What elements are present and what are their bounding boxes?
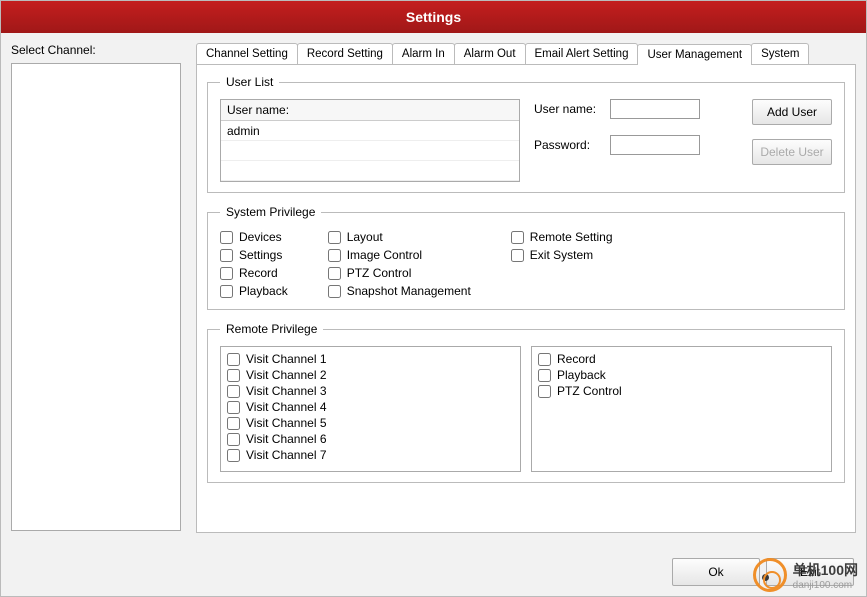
tab-email-alert-setting[interactable]: Email Alert Setting	[525, 43, 639, 64]
syspriv-ptz-control[interactable]: PTZ Control	[328, 265, 471, 281]
tab-alarm-out[interactable]: Alarm Out	[454, 43, 526, 64]
checkbox-label: Image Control	[347, 248, 422, 262]
remotepriv-visit-channel-2[interactable]: Visit Channel 2	[227, 367, 514, 383]
tab-record-setting[interactable]: Record Setting	[297, 43, 393, 64]
select-channel-label: Select Channel:	[11, 43, 186, 57]
checkbox[interactable]	[227, 449, 240, 462]
checkbox[interactable]	[328, 231, 341, 244]
syspriv-layout[interactable]: Layout	[328, 229, 471, 245]
remote-privilege-legend: Remote Privilege	[220, 322, 323, 336]
remotepriv-visit-channel-1[interactable]: Visit Channel 1	[227, 351, 514, 367]
syspriv-devices[interactable]: Devices	[220, 229, 288, 245]
checkbox[interactable]	[227, 385, 240, 398]
checkbox-label: Devices	[239, 230, 282, 244]
checkbox[interactable]	[227, 417, 240, 430]
window-title: Settings	[1, 1, 866, 33]
checkbox[interactable]	[511, 249, 524, 262]
checkbox-label: Record	[239, 266, 278, 280]
checkbox[interactable]	[227, 401, 240, 414]
tab-alarm-in[interactable]: Alarm In	[392, 43, 455, 64]
add-user-button[interactable]: Add User	[752, 99, 832, 125]
watermark-logo-icon	[753, 558, 787, 592]
checkbox[interactable]	[227, 353, 240, 366]
remotepriv-ptz-control[interactable]: PTZ Control	[538, 383, 825, 399]
user-table[interactable]: User name: admin	[220, 99, 520, 182]
checkbox-label: Playback	[239, 284, 288, 298]
checkbox[interactable]	[511, 231, 524, 244]
checkbox-label: Visit Channel 4	[246, 400, 327, 414]
table-row[interactable]	[221, 161, 519, 181]
checkbox-label: Snapshot Management	[347, 284, 471, 298]
checkbox[interactable]	[220, 249, 233, 262]
system-privilege-legend: System Privilege	[220, 205, 321, 219]
user-table-header-username: User name:	[221, 100, 519, 121]
checkbox-label: Remote Setting	[530, 230, 613, 244]
checkbox-label: Playback	[557, 368, 606, 382]
tab-system[interactable]: System	[751, 43, 809, 64]
remotepriv-visit-channel-7[interactable]: Visit Channel 7	[227, 447, 514, 463]
user-list-fieldset: User List User name: admin User name: Pa…	[207, 75, 845, 193]
checkbox-label: Layout	[347, 230, 383, 244]
remote-privilege-right-list[interactable]: Record Playback PTZ Control	[531, 346, 832, 472]
password-label: Password:	[534, 138, 604, 152]
table-row[interactable]: admin	[221, 121, 519, 141]
table-row[interactable]	[221, 141, 519, 161]
syspriv-playback[interactable]: Playback	[220, 283, 288, 299]
remotepriv-record[interactable]: Record	[538, 351, 825, 367]
channel-listbox[interactable]	[11, 63, 181, 531]
checkbox[interactable]	[220, 231, 233, 244]
checkbox-label: Exit System	[530, 248, 593, 262]
checkbox[interactable]	[328, 267, 341, 280]
checkbox[interactable]	[538, 385, 551, 398]
checkbox-label: Visit Channel 3	[246, 384, 327, 398]
tab-user-management-panel: User List User name: admin User name: Pa…	[196, 65, 856, 533]
user-list-legend: User List	[220, 75, 279, 89]
remotepriv-visit-channel-5[interactable]: Visit Channel 5	[227, 415, 514, 431]
syspriv-settings[interactable]: Settings	[220, 247, 288, 263]
remote-privilege-fieldset: Remote Privilege Visit Channel 1Visit Ch…	[207, 322, 845, 483]
username-label: User name:	[534, 102, 604, 116]
syspriv-image-control[interactable]: Image Control	[328, 247, 471, 263]
username-input[interactable]	[610, 99, 700, 119]
tab-user-management[interactable]: User Management	[637, 44, 752, 65]
tab-channel-setting[interactable]: Channel Setting	[196, 43, 298, 64]
checkbox[interactable]	[227, 433, 240, 446]
tabs: Channel SettingRecord SettingAlarm InAla…	[196, 43, 856, 65]
remotepriv-playback[interactable]: Playback	[538, 367, 825, 383]
syspriv-record[interactable]: Record	[220, 265, 288, 281]
checkbox-label: Visit Channel 1	[246, 352, 327, 366]
checkbox[interactable]	[220, 285, 233, 298]
delete-user-button: Delete User	[752, 139, 832, 165]
syspriv-exit-system[interactable]: Exit System	[511, 247, 613, 263]
checkbox[interactable]	[220, 267, 233, 280]
system-privilege-fieldset: System Privilege Devices Settings Record Pl…	[207, 205, 845, 310]
remotepriv-visit-channel-6[interactable]: Visit Channel 6	[227, 431, 514, 447]
checkbox[interactable]	[328, 249, 341, 262]
syspriv-remote-setting[interactable]: Remote Setting	[511, 229, 613, 245]
checkbox-label: Visit Channel 6	[246, 432, 327, 446]
remote-privilege-left-list[interactable]: Visit Channel 1 Visit Channel 2 Visit Chan…	[220, 346, 521, 472]
watermark: 单机100网 danji100.com	[753, 558, 858, 592]
checkbox-label: Record	[557, 352, 596, 366]
checkbox-label: PTZ Control	[557, 384, 622, 398]
ok-button[interactable]: Ok	[672, 558, 760, 586]
checkbox[interactable]	[538, 369, 551, 382]
password-input[interactable]	[610, 135, 700, 155]
remotepriv-visit-channel-3[interactable]: Visit Channel 3	[227, 383, 514, 399]
checkbox-label: Settings	[239, 248, 282, 262]
watermark-text-url: danji100.com	[793, 580, 858, 591]
checkbox-label: Visit Channel 7	[246, 448, 327, 462]
remotepriv-visit-channel-4[interactable]: Visit Channel 4	[227, 399, 514, 415]
checkbox[interactable]	[538, 353, 551, 366]
checkbox-label: PTZ Control	[347, 266, 412, 280]
checkbox[interactable]	[328, 285, 341, 298]
syspriv-snapshot-management[interactable]: Snapshot Management	[328, 283, 471, 299]
checkbox-label: Visit Channel 2	[246, 368, 327, 382]
checkbox-label: Visit Channel 5	[246, 416, 327, 430]
watermark-text-cn: 单机100网	[793, 560, 858, 580]
checkbox[interactable]	[227, 369, 240, 382]
